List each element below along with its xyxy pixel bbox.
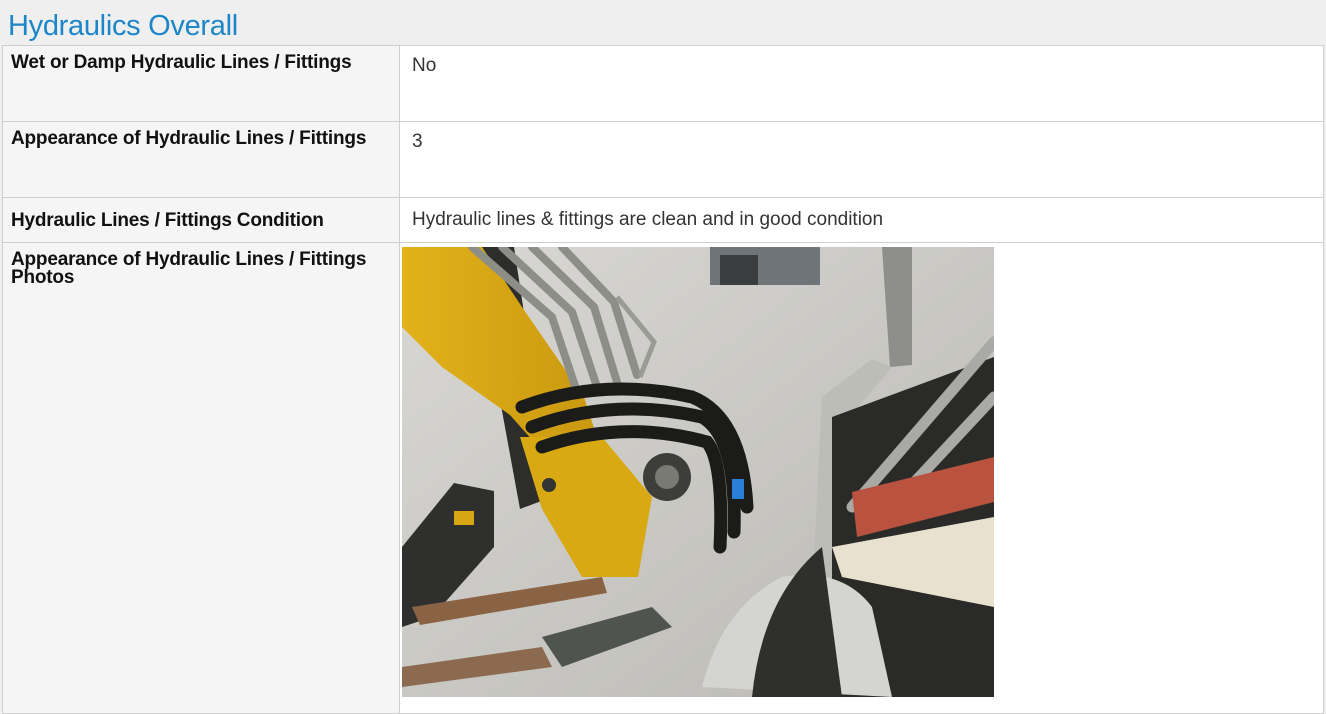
- table-row: Appearance of Hydraulic Lines / Fittings…: [2, 121, 1324, 198]
- table-row: Appearance of Hydraulic Lines / Fittings…: [2, 242, 1324, 714]
- field-label-cell: Wet or Damp Hydraulic Lines / Fittings: [2, 45, 400, 122]
- hydraulic-lines-photo[interactable]: [402, 247, 994, 697]
- field-label-cell: Hydraulic Lines / Fittings Condition: [2, 197, 400, 243]
- field-value: No: [412, 55, 437, 76]
- table-row: Wet or Damp Hydraulic Lines / Fittings N…: [2, 45, 1324, 122]
- field-value-cell: 3: [399, 121, 1324, 198]
- field-label: Appearance of Hydraulic Lines / Fittings: [11, 128, 367, 149]
- field-label-cell: Appearance of Hydraulic Lines / Fittings…: [2, 242, 400, 714]
- inspection-table: Wet or Damp Hydraulic Lines / Fittings N…: [2, 45, 1324, 714]
- field-value: 3: [412, 131, 423, 152]
- field-label: Hydraulic Lines / Fittings Condition: [11, 210, 324, 231]
- field-label: Wet or Damp Hydraulic Lines / Fittings: [11, 52, 352, 73]
- excavator-photo-illustration: [402, 247, 994, 697]
- field-value-cell: Hydraulic lines & fittings are clean and…: [399, 197, 1324, 243]
- field-label-cell: Appearance of Hydraulic Lines / Fittings: [2, 121, 400, 198]
- section-title: Hydraulics Overall: [8, 10, 238, 42]
- field-label: Appearance of Hydraulic Lines / Fittings…: [11, 249, 367, 288]
- table-row: Hydraulic Lines / Fittings Condition Hyd…: [2, 197, 1324, 243]
- photo-cell: [399, 242, 1324, 714]
- hydraulics-section: Hydraulics Overall Wet or Damp Hydraulic…: [0, 0, 1326, 714]
- field-value-cell: No: [399, 45, 1324, 122]
- field-value: Hydraulic lines & fittings are clean and…: [412, 209, 884, 230]
